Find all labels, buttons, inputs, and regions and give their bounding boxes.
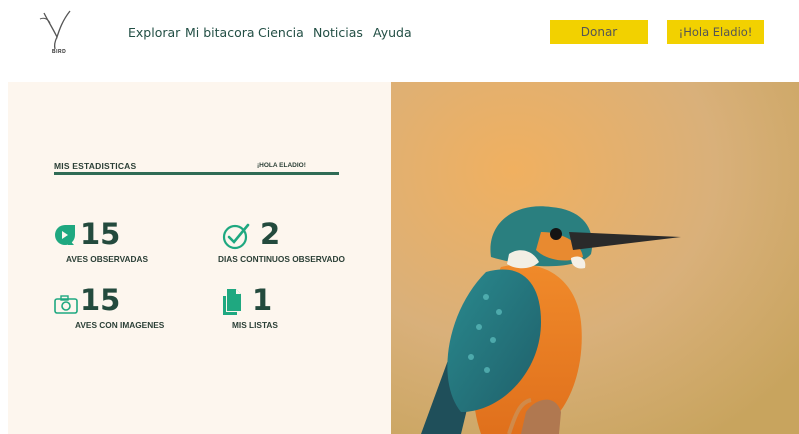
bird-logo[interactable]: BIRD xyxy=(36,7,76,55)
logo-text: BIRD xyxy=(52,49,67,55)
user-greeting-button[interactable]: ¡Hola Eladio! xyxy=(667,20,764,44)
camera-icon xyxy=(54,294,78,319)
nav-item-mi-bitacora[interactable]: Mi bitacora xyxy=(185,25,255,40)
bird-icon xyxy=(54,224,76,251)
stat-my-lists-value: 1 xyxy=(252,283,273,317)
bird-logo-icon xyxy=(39,10,71,50)
kingfisher-photo xyxy=(391,82,799,434)
stat-continuous-days-label: DIAS CONTINUOS OBSERVADO xyxy=(218,254,345,264)
stat-my-lists-label: MIS LISTAS xyxy=(232,320,278,330)
nav-item-ayuda[interactable]: Ayuda xyxy=(373,25,412,40)
stats-title: MIS ESTADISTICAS xyxy=(54,161,137,171)
stat-birds-observed-label: AVES OBSERVADAS xyxy=(66,254,149,264)
stats-panel: MIS ESTADISTICAS ¡HOLA ELADIO! 15 AVES O… xyxy=(8,82,391,434)
kingfisher-image xyxy=(391,82,799,434)
donate-button[interactable]: Donar xyxy=(550,20,648,44)
stats-greeting: ¡HOLA ELADIO! xyxy=(257,162,306,169)
nav-item-ciencia[interactable]: Ciencia xyxy=(258,25,304,40)
document-icon xyxy=(220,288,242,321)
stat-birds-observed-value: 15 xyxy=(80,217,121,251)
stat-birds-with-images-label: AVES CON IMAGENES xyxy=(75,320,165,330)
check-circle-icon xyxy=(222,222,250,255)
stat-continuous-days-value: 2 xyxy=(260,217,281,251)
nav-item-explorar[interactable]: Explorar xyxy=(128,25,180,40)
top-header: BIRD Explorar Mi bitacora Ciencia Notici… xyxy=(0,0,799,82)
stat-birds-with-images-value: 15 xyxy=(80,283,121,317)
nav-item-noticias[interactable]: Noticias xyxy=(313,25,363,40)
stats-divider xyxy=(54,172,339,175)
